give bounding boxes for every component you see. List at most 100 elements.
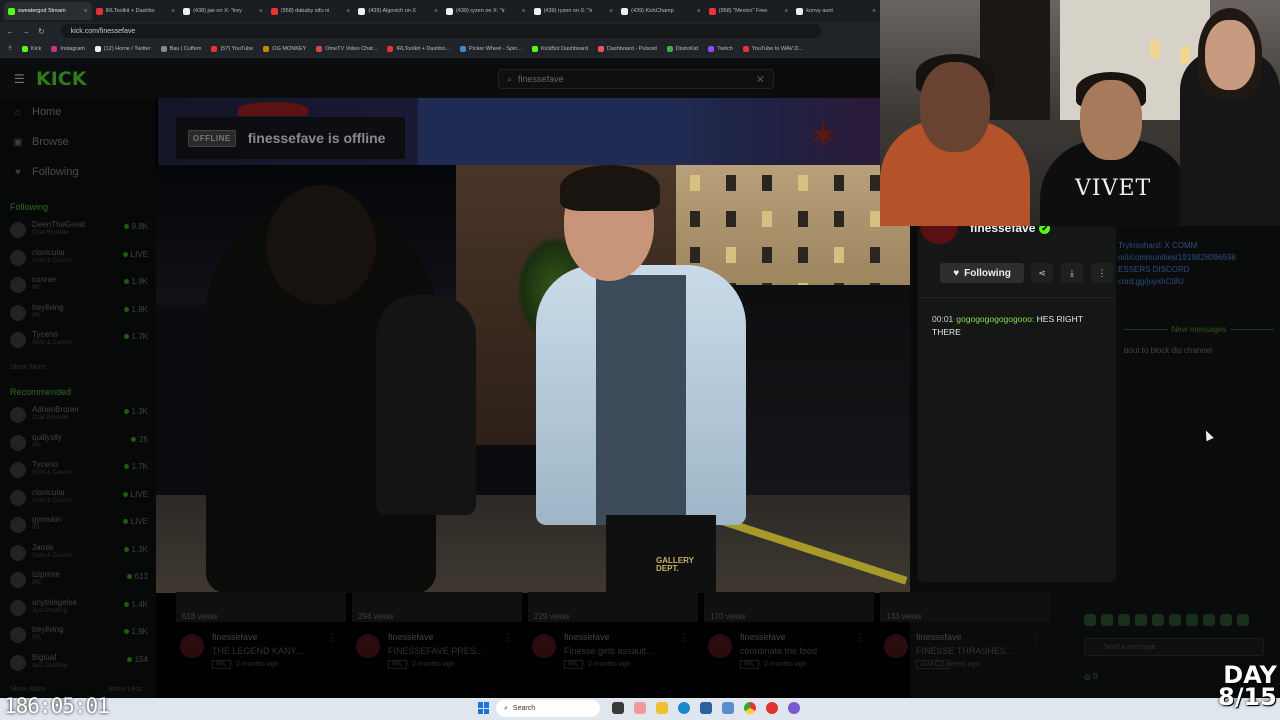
sidebar-channel[interactable]: treyliving IRL 1.9K	[10, 303, 150, 327]
chat-user[interactable]: gogogogogogogooo:	[956, 314, 1034, 324]
chrome-icon[interactable]	[744, 702, 756, 714]
more-icon[interactable]: ⋮	[1032, 632, 1041, 643]
bookmark-item[interactable]: OG MONKEY	[263, 45, 306, 52]
nav-following[interactable]: ♥ Following	[12, 166, 78, 178]
close-tab-icon[interactable]: ×	[784, 8, 788, 15]
clip-card[interactable]: 229 views finessefave Finesse gets assault…	[528, 592, 698, 682]
chat-input[interactable]: Send a message	[1084, 638, 1264, 656]
close-tab-icon[interactable]: ×	[609, 8, 613, 15]
sidebar-channel[interactable]: Bigloaf Just Chatting 154	[10, 653, 150, 677]
sidebar-channel[interactable]: clavicular Slots & Casino LIVE	[10, 248, 150, 272]
channel-points[interactable]: ◎ 0	[1084, 672, 1098, 681]
app-icon[interactable]	[722, 702, 734, 714]
browser-tab[interactable]: (438) jae on X: "trey ×	[179, 2, 267, 20]
close-tab-icon[interactable]: ×	[872, 8, 876, 15]
stream-video[interactable]: GALLERY DEPT.	[156, 165, 910, 593]
clip-category-tag[interactable]: IRL	[564, 660, 583, 669]
nav-browse[interactable]: ▣ Browse	[12, 136, 68, 148]
browser-tab[interactable]: IRLToolkit + Dashbo ×	[92, 2, 180, 20]
emote-icon[interactable]	[1169, 614, 1181, 626]
browser-tab[interactable]: (958) "Mexico" Free ×	[705, 2, 793, 20]
clip-channel[interactable]: finessefave	[388, 632, 434, 642]
bookmark-item[interactable]: Bau | Cuffem	[160, 45, 201, 52]
edge-icon[interactable]	[678, 702, 690, 714]
bookmark-item[interactable]: Kick	[22, 45, 41, 52]
close-tab-icon[interactable]: ×	[697, 8, 701, 15]
browser-tab[interactable]: konvy aunt ×	[792, 2, 880, 20]
emote-icon[interactable]	[1084, 614, 1096, 626]
clear-search-icon[interactable]: ✕	[756, 73, 765, 86]
url-field[interactable]: kick.com/finessefave	[60, 24, 821, 38]
more-icon[interactable]: ⋮	[680, 632, 689, 643]
emote-icon[interactable]	[1203, 614, 1215, 626]
file-explorer-icon[interactable]	[656, 702, 668, 714]
emote-icon[interactable]	[1220, 614, 1232, 626]
show-more-link[interactable]: Show More	[10, 364, 45, 371]
windows-start-icon[interactable]	[478, 702, 490, 714]
apps-icon[interactable]: ⠿	[8, 46, 12, 52]
sidebar-channel[interactable]: Tyceno Slots & Casino 1.7K	[10, 330, 150, 354]
bookmark-item[interactable]: KickBot Dashboard	[531, 45, 588, 52]
clip-title[interactable]: FINESSE THRASHES...	[916, 646, 1013, 656]
bookmark-item[interactable]: Dashboard - Pulsoid	[597, 45, 657, 52]
bookmark-item[interactable]: Twitch	[708, 45, 733, 52]
clip-channel[interactable]: finessefave	[564, 632, 610, 642]
clip-card[interactable]: 294 views finessefave FINESSEFAVE PRES... I…	[352, 592, 522, 682]
clip-title[interactable]: THE LEGEND KANY...	[212, 646, 303, 656]
reload-icon[interactable]: ↻	[38, 27, 45, 36]
sidebar-channel[interactable]: quillyslly IRL 25	[10, 433, 150, 457]
more-icon[interactable]: ⋮	[856, 632, 865, 643]
app-icon[interactable]	[788, 702, 800, 714]
browser-tab[interactable]: (439) Algovich on X ×	[354, 2, 442, 20]
browser-tab[interactable]: (439) ryzen on X: "tr ×	[442, 2, 530, 20]
share-button[interactable]: ⋖	[1031, 263, 1053, 283]
back-icon[interactable]: ←	[6, 27, 14, 36]
close-tab-icon[interactable]: ×	[259, 8, 263, 15]
close-tab-icon[interactable]: ×	[434, 8, 438, 15]
bookmark-item[interactable]: IRLToolkit + Dashbo...	[387, 45, 450, 52]
emote-icon[interactable]	[1237, 614, 1249, 626]
clip-channel[interactable]: finessefave	[212, 632, 258, 642]
close-tab-icon[interactable]: ×	[171, 8, 175, 15]
emote-icon[interactable]	[1186, 614, 1198, 626]
more-button[interactable]: ⋮	[1091, 263, 1113, 283]
emote-icon[interactable]	[1101, 614, 1113, 626]
app-icon[interactable]	[634, 702, 646, 714]
close-tab-icon[interactable]: ×	[84, 8, 88, 15]
clip-title[interactable]: FINESSEFAVE PRES...	[388, 646, 483, 656]
sidebar-channel[interactable]: Jamie Slots & Casino 1.3K	[10, 543, 150, 567]
sidebar-channel[interactable]: Tyceno Slots & Casino 1.7K	[10, 460, 150, 484]
sidebar-channel[interactable]: Iziprime IRL 613	[10, 570, 150, 594]
clip-card[interactable]: 170 views finessefave coordinate the food I…	[704, 592, 874, 682]
show-less-link[interactable]: Show Less	[108, 686, 142, 693]
sidebar-channel[interactable]: clavicular Slots & Casino LIVE	[10, 488, 150, 512]
clip-category-tag[interactable]: IRL	[212, 660, 231, 669]
nav-home[interactable]: ⌂ Home	[12, 106, 61, 118]
browser-tab[interactable]: sweatergod Stream ×	[4, 2, 92, 20]
browser-tab[interactable]: (439) ryzen on X: "tr ×	[530, 2, 618, 20]
app-icon[interactable]	[766, 702, 778, 714]
clip-card[interactable]: 133 views finessefave FINESSE THRASHES... J…	[880, 592, 1050, 682]
search-input[interactable]: ⌕ finessefave ✕	[498, 69, 774, 89]
clip-card[interactable]: 618 views finessefave THE LEGEND KANY... IR…	[176, 592, 346, 682]
clip-category-tag[interactable]: IRL	[388, 660, 407, 669]
chat-line[interactable]: cord.gg/juyxhCt8U	[1118, 276, 1278, 288]
task-view-icon[interactable]	[612, 702, 624, 714]
browser-tab[interactable]: (439) KickChamp ×	[617, 2, 705, 20]
emote-icon[interactable]	[1135, 614, 1147, 626]
sidebar-channel[interactable]: AdrienBroner Chat Roulette 1.3K	[10, 405, 150, 429]
sidebar-channel[interactable]: gymskin IRL LIVE	[10, 515, 150, 539]
more-icon[interactable]: ⋮	[504, 632, 513, 643]
bookmark-item[interactable]: YouTube to WAV D...	[742, 45, 803, 52]
clip-title[interactable]: coordinate the food	[740, 646, 817, 656]
bookmark-item[interactable]: (57) YouTube	[211, 45, 253, 52]
clip-category-tag[interactable]: IRL	[740, 660, 759, 669]
emote-icon[interactable]	[1152, 614, 1164, 626]
close-tab-icon[interactable]: ×	[346, 8, 350, 15]
sidebar-channel[interactable]: anythingelse Just Chatting 1.4K	[10, 598, 150, 622]
following-button[interactable]: ♥ Following	[940, 263, 1024, 283]
close-tab-icon[interactable]: ×	[521, 8, 525, 15]
chat-line[interactable]: m/i/communities/1919828096598	[1118, 252, 1278, 264]
sidebar-channel[interactable]: treyliving IRL 1.9K	[10, 625, 150, 649]
bookmark-item[interactable]: DistroKid	[666, 45, 698, 52]
